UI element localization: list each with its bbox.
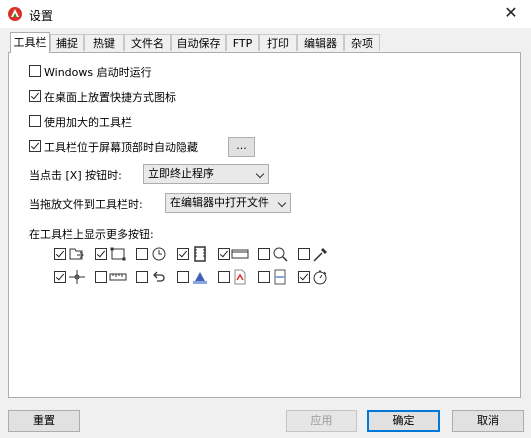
pdf-icon <box>234 269 246 285</box>
window-title: 设置 <box>29 9 54 23</box>
settings-dialog: 设置 ✕ 工具栏 捕捉 热键 文件名 自动保存 FTP 打印 编辑器 杂项 Wi… <box>0 0 531 438</box>
magnifier-icon <box>273 247 288 262</box>
close-action-value: 立即终止程序 <box>148 167 214 180</box>
toolbar-button-checkbox[interactable] <box>95 271 107 283</box>
auto-hide-checkbox[interactable] <box>29 140 41 152</box>
reset-button[interactable]: 重置 <box>8 410 80 432</box>
app-icon <box>8 7 22 21</box>
timer-icon <box>152 247 166 261</box>
drop-action-select[interactable]: 在编辑器中打开文件 <box>165 193 291 213</box>
toolbar-button-checkbox[interactable] <box>218 271 230 283</box>
toolbar-button-checkbox[interactable] <box>258 248 270 260</box>
toolbar-button-checkbox[interactable] <box>258 271 270 283</box>
title-bar: 设置 ✕ <box>0 0 531 28</box>
tab-hotkeys[interactable]: 热键 <box>84 34 124 51</box>
split-icon <box>274 269 286 285</box>
more-buttons-label: 在工具栏上显示更多按钮: <box>29 228 154 241</box>
cancel-button[interactable]: 取消 <box>452 410 524 432</box>
auto-hide-more-button[interactable]: ... <box>228 137 255 157</box>
tab-ftp[interactable]: FTP <box>226 34 259 51</box>
run-on-startup-checkbox[interactable] <box>29 65 41 77</box>
undo-icon <box>153 271 165 282</box>
ruler-icon <box>109 273 127 281</box>
chevron-down-icon <box>255 169 265 179</box>
toolbar-button-checkbox[interactable] <box>54 248 66 260</box>
desktop-shortcut-label: 在桌面上放置快捷方式图标 <box>44 91 176 104</box>
eyedropper-icon <box>313 248 327 262</box>
open-icon <box>69 248 84 260</box>
tab-print[interactable]: 打印 <box>259 34 297 51</box>
toolbar-button-checkbox[interactable] <box>298 271 310 283</box>
close-button[interactable]: ✕ <box>497 2 525 24</box>
crosshair-icon <box>69 270 85 284</box>
auto-hide-label: 工具栏位于屏幕顶部时自动隐藏 <box>44 141 198 154</box>
close-action-label: 当点击 [X] 按钮时: <box>29 169 122 182</box>
tab-strip: 工具栏 捕捉 热键 文件名 自动保存 FTP 打印 编辑器 杂项 <box>8 32 528 53</box>
apply-button[interactable]: 应用 <box>286 410 357 432</box>
toolbar-button-checkbox[interactable] <box>136 271 148 283</box>
region-icon <box>110 247 126 261</box>
large-toolbar-checkbox[interactable] <box>29 115 41 127</box>
ok-button[interactable]: 确定 <box>367 410 440 432</box>
stopwatch-icon <box>313 270 327 285</box>
toolbar-button-checkbox[interactable] <box>177 271 189 283</box>
toolbar-button-checkbox[interactable] <box>177 248 189 260</box>
tab-editor[interactable]: 编辑器 <box>297 34 344 51</box>
toolbar-button-checkbox[interactable] <box>95 248 107 260</box>
toolbar-button-checkbox[interactable] <box>54 271 66 283</box>
run-on-startup-label: Windows 启动时运行 <box>44 66 152 79</box>
printer-icon <box>193 272 207 284</box>
window-icon <box>231 249 249 259</box>
tab-misc[interactable]: 杂项 <box>344 34 380 51</box>
tab-filename[interactable]: 文件名 <box>124 34 171 51</box>
tab-capture[interactable]: 捕捉 <box>50 34 84 51</box>
tab-autosave[interactable]: 自动保存 <box>171 34 226 51</box>
toolbar-button-checkbox[interactable] <box>218 248 230 260</box>
toolbar-button-checkbox[interactable] <box>136 248 148 260</box>
large-toolbar-label: 使用加大的工具栏 <box>44 116 132 129</box>
chevron-down-icon <box>277 198 287 208</box>
filmstrip-icon <box>194 246 206 262</box>
drop-action-label: 当拖放文件到工具栏时: <box>29 198 143 211</box>
desktop-shortcut-checkbox[interactable] <box>29 90 41 102</box>
close-action-select[interactable]: 立即终止程序 <box>143 164 269 184</box>
toolbar-button-checkbox[interactable] <box>298 248 310 260</box>
tab-toolbar[interactable]: 工具栏 <box>10 32 50 53</box>
drop-action-value: 在编辑器中打开文件 <box>170 196 269 209</box>
